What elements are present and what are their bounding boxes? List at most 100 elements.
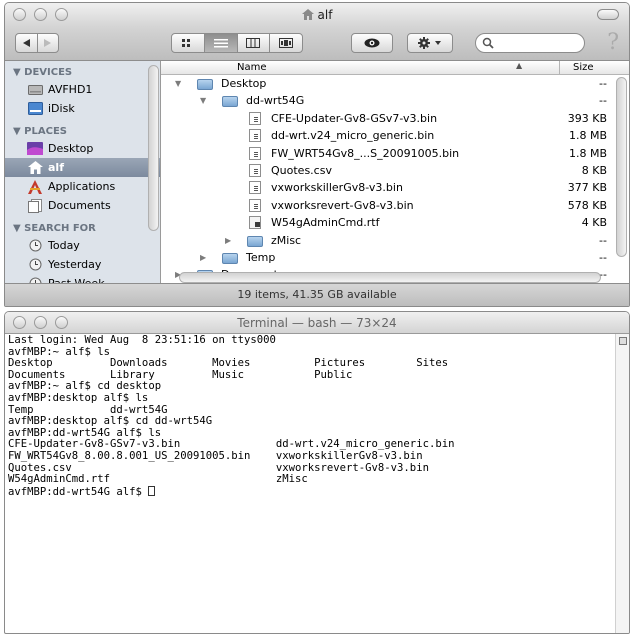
file-row[interactable]: W54gAdminCmd.rtf 4 KB	[161, 214, 629, 231]
terminal-line: avfMBP:desktop alf$ cd dd-wrt54G	[8, 415, 213, 428]
file-row[interactable]: FW_WRT54Gv8_...S_20091005.bin 1.8 MB	[161, 145, 629, 162]
file-size: --	[599, 94, 607, 108]
file-name: Quotes.csv	[271, 163, 332, 177]
sidebar-item-label: Desktop	[48, 142, 94, 155]
file-name: CFE-Updater-Gv8-GSv7-v3.bin	[271, 111, 438, 125]
terminal-line: FW_WRT54Gv8_8.00.8.001_US_20091005.bin v…	[8, 449, 423, 462]
sidebar-item-documents[interactable]: Documents	[5, 196, 160, 215]
home-icon	[27, 161, 43, 175]
documents-icon	[27, 198, 43, 213]
sidebar-item-yesterday[interactable]: Yesterday	[5, 255, 160, 274]
file-size: 377 KB	[567, 181, 607, 195]
action-menu-button[interactable]	[407, 33, 453, 53]
sidebar-item-label: Today	[48, 239, 80, 252]
disclosure-triangle-icon[interactable]: ▼	[200, 96, 206, 105]
document-icon	[249, 163, 261, 177]
split-pane-icon[interactable]	[619, 337, 627, 345]
finder-titlebar[interactable]: alf	[5, 3, 629, 27]
idisk-icon	[27, 102, 43, 116]
quick-look-button[interactable]	[351, 33, 393, 53]
document-icon	[249, 216, 261, 230]
back-button[interactable]	[16, 34, 38, 52]
file-name: vxworksrevert-Gv8-v3.bin	[271, 198, 414, 212]
disclosure-triangle-icon[interactable]: ▶	[200, 253, 206, 262]
sidebar-item-label: iDisk	[48, 102, 75, 115]
hard-drive-icon	[27, 83, 43, 97]
search-field[interactable]	[475, 33, 585, 53]
home-icon	[301, 9, 314, 20]
file-row[interactable]: dd-wrt.v24_micro_generic.bin 1.8 MB	[161, 127, 629, 144]
window-title: alf	[5, 8, 629, 22]
file-row[interactable]: vxworksrevert-Gv8-v3.bin 578 KB	[161, 197, 629, 214]
document-icon	[249, 198, 261, 212]
sidebar-scrollbar[interactable]	[148, 65, 159, 231]
sidebar-section-devices[interactable]: ▼ DEVICES	[5, 61, 160, 80]
terminal-prompt: avfMBP:dd-wrt54G alf$	[8, 485, 149, 498]
finder-body: ▼ DEVICES AVFHD1 iDisk ▼ PLACES Desktop …	[5, 61, 629, 285]
document-icon	[249, 111, 261, 125]
sidebar-item-label: Documents	[48, 199, 111, 212]
folder-icon	[247, 235, 263, 247]
file-size: --	[599, 77, 607, 90]
clock-icon	[27, 258, 43, 272]
sidebar-item-alf[interactable]: alf	[5, 158, 160, 177]
file-row[interactable]: ▶ zMisc --	[161, 232, 629, 249]
terminal-scrollbar[interactable]	[615, 334, 629, 633]
icon-view-icon	[181, 38, 190, 47]
terminal-titlebar[interactable]: Terminal — bash — 73×24	[5, 312, 629, 334]
name-column-header[interactable]: Name	[237, 62, 267, 73]
forward-button[interactable]	[38, 34, 59, 52]
file-row[interactable]: ▼ Desktop --	[161, 75, 629, 92]
file-list: Name ▲ Size ▼ Desktop -- ▼ dd-wrt54G -- CFE-Up…	[161, 61, 629, 285]
terminal-output[interactable]: Last login: Wed Aug 8 23:51:16 on ttys00…	[5, 334, 615, 633]
sidebar-section-places[interactable]: ▼ PLACES	[5, 118, 160, 139]
file-size: 1.8 MB	[568, 146, 607, 160]
column-view-button[interactable]	[238, 34, 271, 52]
file-row[interactable]: ▶ Temp --	[161, 249, 629, 266]
terminal-title: Terminal — bash — 73×24	[237, 316, 397, 330]
file-size: --	[599, 250, 607, 264]
places-header: PLACES	[24, 126, 67, 137]
file-row[interactable]: Quotes.csv 8 KB	[161, 162, 629, 179]
list-view-button[interactable]	[204, 34, 238, 52]
coverflow-icon	[279, 38, 294, 48]
finder-window: alf ? ▼ DEVICES AVFHD1 iDisk ▼ PLACES De…	[4, 2, 630, 307]
file-size: 8 KB	[581, 163, 607, 177]
sidebar-section-search[interactable]: ▼ SEARCH FOR	[5, 215, 160, 236]
file-size: 1.8 MB	[568, 129, 607, 143]
file-name: Temp	[246, 250, 276, 264]
applications-icon	[27, 179, 43, 194]
file-row[interactable]: vxworkskillerGv8-v3.bin 377 KB	[161, 179, 629, 196]
sidebar-item-avfhd1[interactable]: AVFHD1	[5, 80, 160, 99]
column-view-icon	[246, 38, 261, 48]
terminal-lines: Last login: Wed Aug 8 23:51:16 on ttys00…	[8, 334, 612, 486]
sidebar-item-label: Yesterday	[48, 258, 102, 271]
terminal-line: Last login: Wed Aug 8 23:51:16 on ttys00…	[8, 334, 276, 346]
toolbar-toggle-button[interactable]	[597, 9, 619, 20]
disclosure-triangle-icon[interactable]: ▼	[175, 79, 181, 88]
sidebar-item-applications[interactable]: Applications	[5, 177, 160, 196]
list-view-icon	[213, 38, 228, 47]
gear-icon	[418, 37, 441, 49]
sidebar-item-idisk[interactable]: iDisk	[5, 99, 160, 118]
file-size: 4 KB	[581, 216, 607, 230]
column-divider[interactable]	[559, 61, 560, 75]
back-forward-buttons	[15, 33, 59, 53]
size-column-header[interactable]: Size	[573, 62, 594, 73]
file-row[interactable]: CFE-Updater-Gv8-GSv7-v3.bin 393 KB	[161, 110, 629, 127]
help-icon[interactable]: ?	[607, 30, 619, 55]
icon-view-button[interactable]	[172, 34, 205, 52]
list-vertical-scrollbar[interactable]	[616, 77, 627, 257]
search-for-header: SEARCH FOR	[24, 223, 96, 234]
disclosure-triangle-icon[interactable]: ▶	[225, 236, 231, 245]
sidebar-item-desktop[interactable]: Desktop	[5, 139, 160, 158]
list-horizontal-scrollbar[interactable]	[179, 272, 601, 283]
coverflow-view-button[interactable]	[270, 34, 302, 52]
sidebar: ▼ DEVICES AVFHD1 iDisk ▼ PLACES Desktop …	[5, 61, 161, 285]
file-row[interactable]: ▼ dd-wrt54G --	[161, 92, 629, 109]
sidebar-item-today[interactable]: Today	[5, 236, 160, 255]
sidebar-item-label: Applications	[48, 180, 116, 193]
terminal-cursor	[148, 485, 156, 496]
document-icon	[249, 129, 261, 143]
file-size: --	[599, 233, 607, 247]
